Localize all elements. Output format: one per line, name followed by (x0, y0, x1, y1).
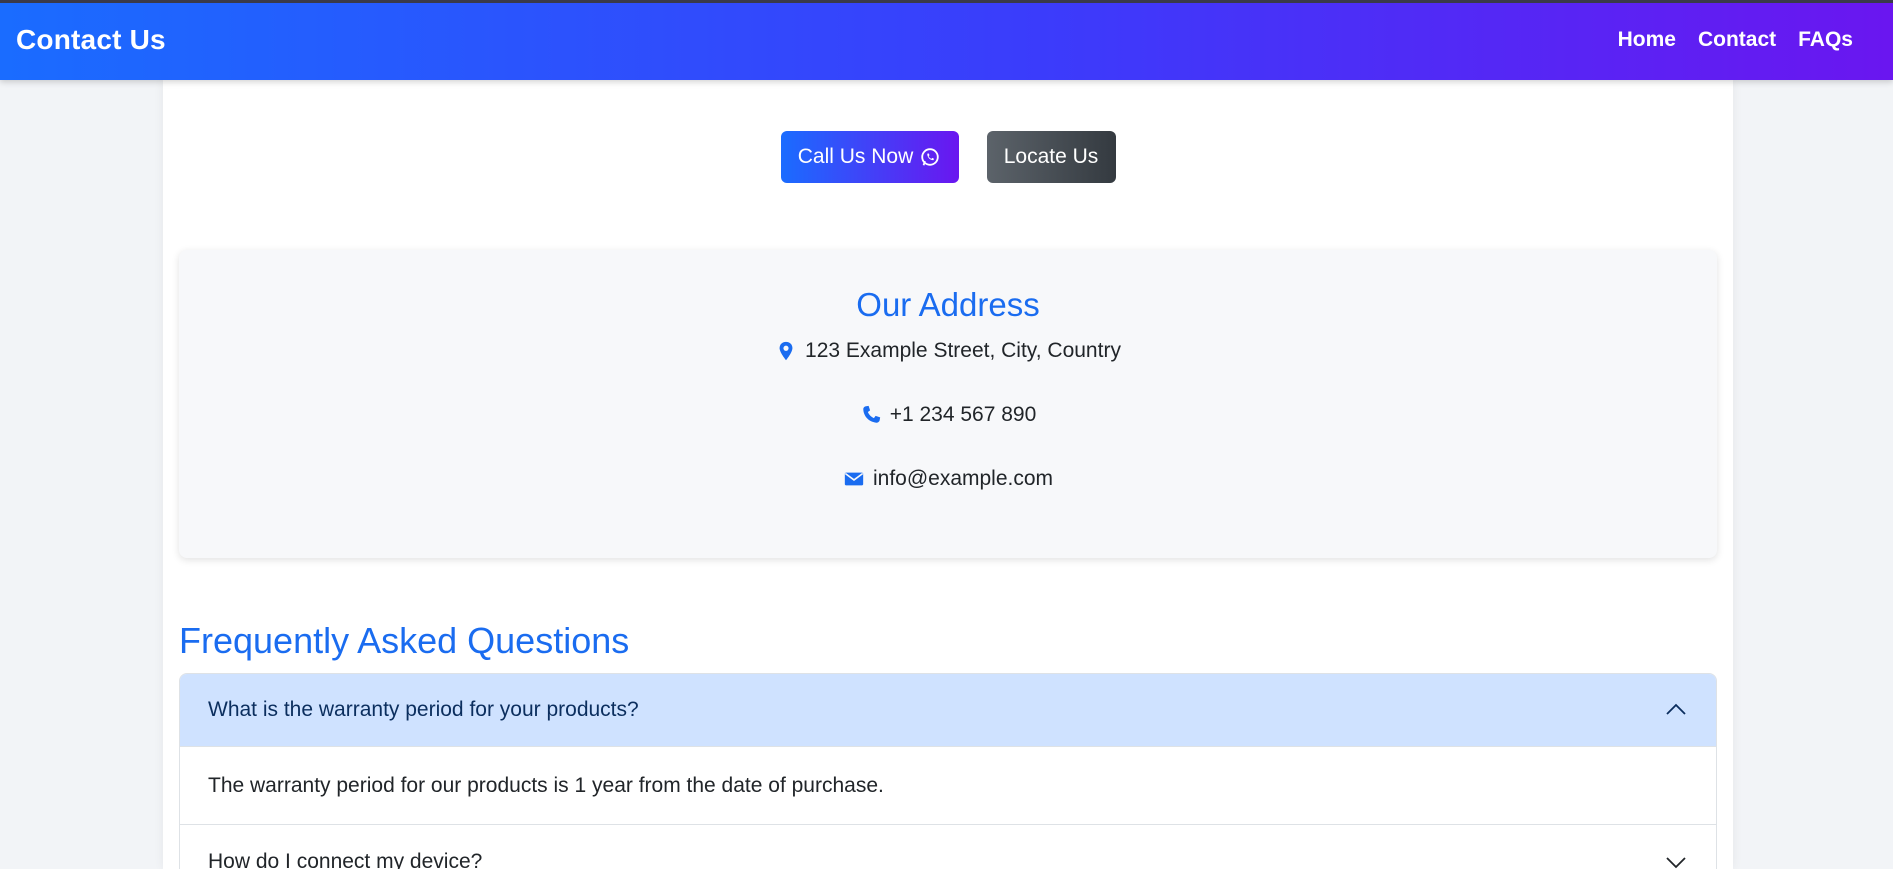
navbar: Contact Us Home Contact FAQs (0, 0, 1893, 80)
content-container: Call Us Now Locate Us Our Address 123 Ex… (163, 80, 1733, 869)
nav-link-faqs[interactable]: FAQs (1798, 28, 1853, 52)
phone-line: +1 234 567 890 (179, 400, 1717, 430)
address-text: 123 Example Street, City, Country (805, 339, 1121, 362)
email-text: info@example.com (872, 467, 1054, 490)
call-us-label: Call Us Now (797, 145, 914, 168)
address-line: 123 Example Street, City, Country (179, 336, 1717, 366)
nav-links: Home Contact FAQs (1618, 28, 1853, 52)
brand-title[interactable]: Contact Us (16, 24, 166, 56)
whatsapp-icon (921, 148, 939, 166)
faq-question-1[interactable]: What is the warranty period for your pro… (180, 674, 1716, 747)
address-title: Our Address (856, 286, 1040, 323)
email-line: info@example.com (179, 464, 1717, 494)
call-us-button[interactable]: Call Us Now (780, 131, 959, 183)
faq-accordion: What is the warranty period for your pro… (179, 673, 1717, 869)
chevron-down-icon (1666, 856, 1686, 868)
action-buttons: Call Us Now Locate Us (163, 131, 1733, 183)
chevron-up-icon (1666, 703, 1686, 715)
faq-answer-1-text: The warranty period for our products is … (208, 773, 884, 797)
envelope-icon (844, 472, 864, 486)
faq-question-1-label: What is the warranty period for your pro… (208, 698, 639, 721)
window-top-edge (0, 0, 1893, 3)
nav-link-home[interactable]: Home (1618, 28, 1676, 52)
map-marker-icon (779, 341, 793, 361)
faq-question-2[interactable]: How do I connect my device? (180, 825, 1716, 869)
locate-us-button[interactable]: Locate Us (986, 131, 1116, 183)
phone-text: +1 234 567 890 (889, 403, 1037, 426)
phone-icon (863, 405, 880, 423)
faq-title: Frequently Asked Questions (179, 620, 630, 661)
locate-us-label: Locate Us (1003, 145, 1099, 168)
faq-answer-1: The warranty period for our products is … (180, 747, 1716, 825)
faq-question-2-label: How do I connect my device? (208, 849, 483, 869)
address-card: Our Address 123 Example Street, City, Co… (179, 250, 1717, 558)
nav-link-contact[interactable]: Contact (1698, 28, 1776, 52)
